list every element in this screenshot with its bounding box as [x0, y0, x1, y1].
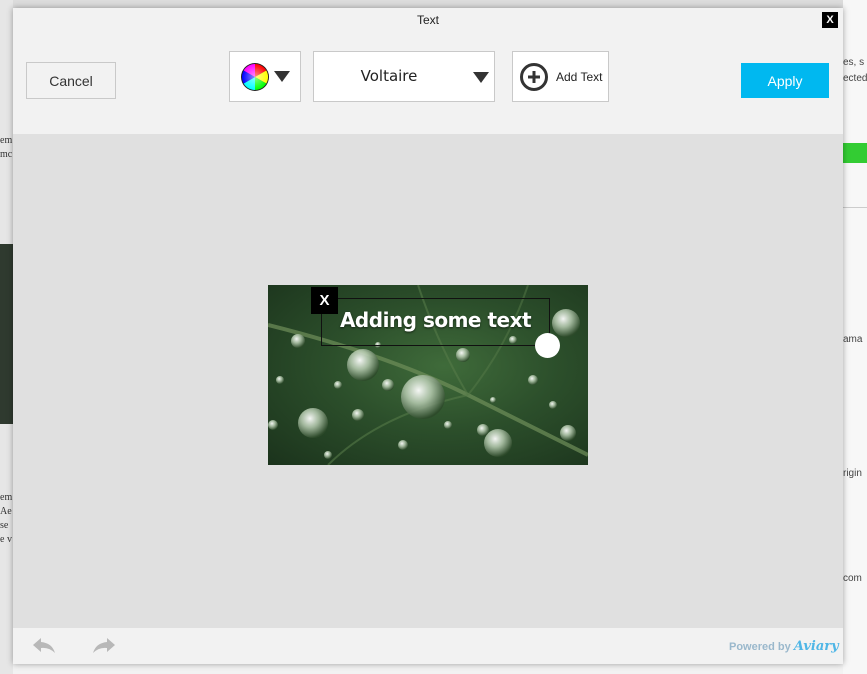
color-picker-button[interactable]	[229, 51, 301, 102]
chevron-down-icon	[473, 72, 489, 83]
modal-footer: Powered by Aviary	[13, 628, 843, 664]
remove-text-button[interactable]: X	[311, 287, 338, 314]
modal-toolbar: Text X Cancel Voltaire Add Text Apply	[13, 8, 843, 134]
background-text-fragment: ama	[843, 334, 863, 345]
background-text-fragment: em	[0, 492, 13, 503]
color-wheel-icon	[240, 62, 270, 92]
background-left-column: em mc em Ae se e v	[0, 0, 13, 674]
font-select[interactable]: Voltaire	[313, 51, 495, 102]
undo-icon[interactable]	[31, 636, 57, 656]
text-editor-modal: Text X Cancel Voltaire Add Text Apply Ad…	[13, 8, 843, 664]
background-text-fragment: se	[0, 520, 9, 531]
text-layer-box[interactable]: Adding some text	[321, 298, 550, 346]
background-text-fragment: em	[0, 135, 13, 146]
background-right-column: es, s ected ama rigin com	[843, 0, 867, 674]
apply-button[interactable]: Apply	[741, 63, 829, 98]
background-text-fragment: mc	[0, 149, 13, 160]
close-modal-button[interactable]: X	[822, 12, 838, 28]
chevron-down-icon	[274, 71, 290, 82]
powered-by-label: Powered by	[729, 641, 791, 653]
background-text-fragment: rigin	[843, 468, 862, 479]
editor-canvas: Adding some text X	[13, 134, 843, 628]
add-text-button[interactable]: Add Text	[512, 51, 609, 102]
plus-circle-icon	[519, 62, 549, 92]
background-text-fragment: e v	[0, 534, 12, 545]
background-text-fragment: com	[843, 573, 862, 584]
background-text-fragment: ected	[843, 73, 867, 84]
modal-title: Text	[416, 13, 439, 27]
aviary-logo: Aviary	[793, 639, 839, 654]
add-text-label: Add Text	[556, 69, 603, 84]
background-top-strip	[13, 0, 843, 8]
overlay-text[interactable]: Adding some text	[322, 308, 549, 332]
font-select-value: Voltaire	[360, 67, 418, 85]
cancel-button[interactable]: Cancel	[26, 62, 116, 99]
resize-handle[interactable]	[535, 333, 560, 358]
powered-by-aviary[interactable]: Powered by Aviary	[729, 639, 839, 654]
background-text-fragment: Ae	[0, 506, 12, 517]
background-divider	[843, 207, 867, 208]
background-green-bar	[843, 143, 867, 163]
background-text-fragment: es, s	[843, 57, 865, 68]
redo-icon[interactable]	[91, 636, 117, 656]
leaf-photo: Adding some text X	[268, 285, 588, 465]
background-photo	[0, 244, 13, 424]
